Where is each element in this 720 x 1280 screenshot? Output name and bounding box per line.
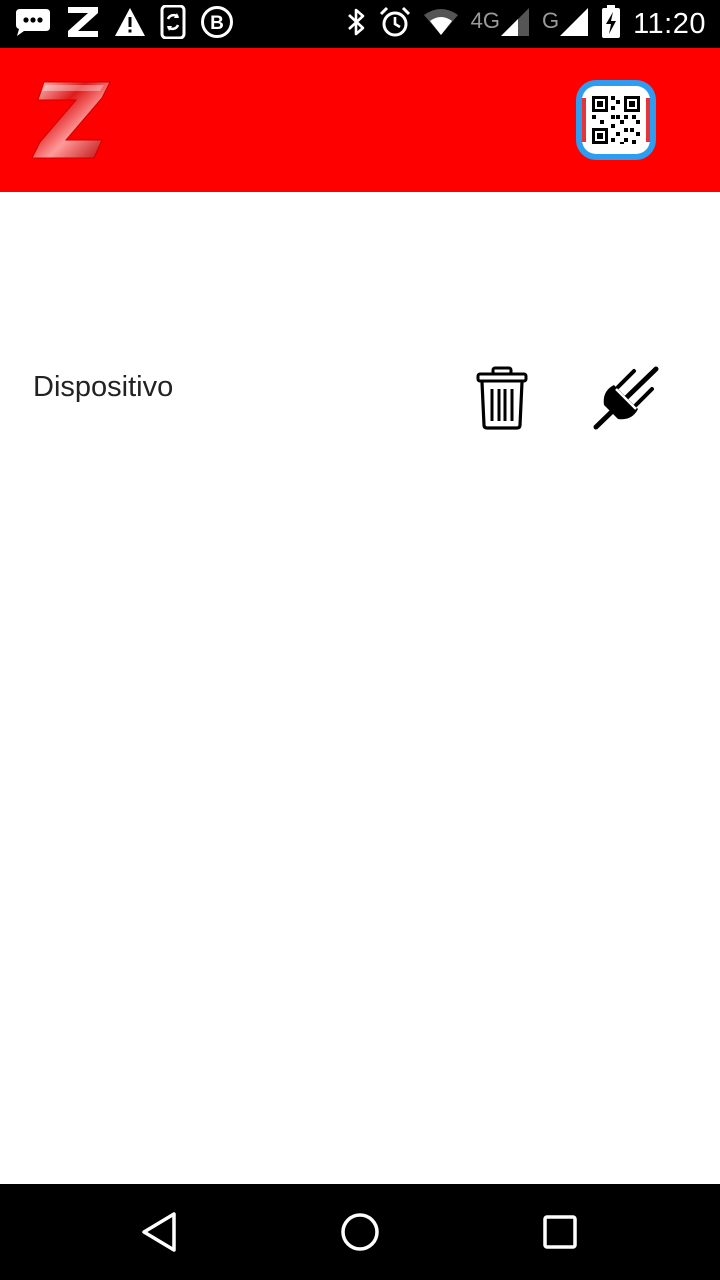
clock: 11:20 bbox=[633, 7, 706, 40]
navigation-bar bbox=[0, 1184, 720, 1280]
network-type-label: G bbox=[541, 7, 560, 33]
svg-text:B: B bbox=[210, 13, 224, 34]
wifi-icon bbox=[423, 8, 459, 41]
device-list-item: Dispositivo bbox=[0, 355, 720, 430]
warning-icon bbox=[114, 7, 146, 42]
battery-charging-icon bbox=[601, 4, 621, 44]
qr-code-icon bbox=[576, 80, 656, 160]
bluetooth-icon bbox=[345, 6, 367, 43]
back-button[interactable] bbox=[136, 1208, 184, 1256]
z-app-icon bbox=[66, 6, 100, 43]
recents-button[interactable] bbox=[536, 1208, 584, 1256]
network-g: G bbox=[542, 7, 589, 42]
home-button[interactable] bbox=[336, 1208, 384, 1256]
app-bar bbox=[0, 48, 720, 192]
delete-device-button[interactable] bbox=[474, 365, 530, 431]
signal-icon bbox=[500, 7, 530, 42]
signal-icon bbox=[559, 7, 589, 42]
trash-icon bbox=[476, 366, 528, 430]
sync-phone-icon bbox=[160, 4, 186, 44]
unplug-icon bbox=[593, 366, 659, 430]
disconnect-device-button[interactable] bbox=[592, 365, 660, 431]
z-logo bbox=[30, 78, 114, 162]
b-app-icon: B bbox=[200, 5, 234, 44]
recents-icon bbox=[543, 1215, 577, 1249]
network-type-label: 4G bbox=[470, 7, 500, 33]
alarm-icon bbox=[379, 6, 411, 43]
network-4g: 4G bbox=[471, 7, 530, 42]
device-name: Dispositivo bbox=[33, 371, 174, 403]
home-icon bbox=[341, 1213, 379, 1251]
status-bar: B 4G G 11:20 bbox=[0, 0, 720, 48]
qr-scan-button[interactable] bbox=[574, 78, 658, 162]
chat-icon bbox=[14, 7, 52, 42]
back-icon bbox=[142, 1212, 176, 1252]
system-icons: 4G G 11:20 bbox=[345, 4, 706, 44]
notification-icons: B bbox=[14, 4, 234, 44]
